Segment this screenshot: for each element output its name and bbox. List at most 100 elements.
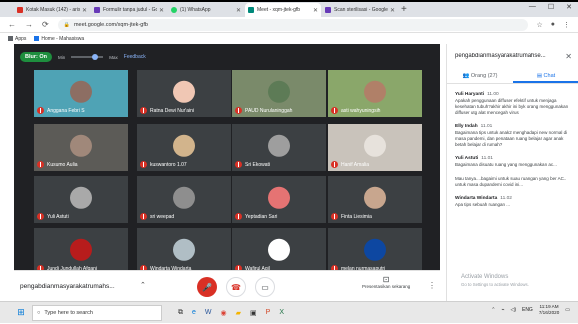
- chevron-up-icon[interactable]: ⌃: [140, 281, 146, 289]
- clock[interactable]: 11:19 AM 7/16/2020: [539, 304, 559, 316]
- back-icon[interactable]: ←: [8, 20, 16, 29]
- chat-message: Elly Indah 11.01 Bagaimana tips untuk anak…: [455, 124, 573, 148]
- reload-icon[interactable]: ⟳: [42, 20, 49, 29]
- tab-people[interactable]: 👥 Orang (27): [447, 70, 513, 83]
- browser-tab[interactable]: Formulir tanpa judul - Googl ✕: [91, 3, 167, 17]
- call-control-bar: pengabdianmasyarakatrumahs... ⌃ 🎤 ☎ ▭ ⊡ …: [14, 270, 440, 301]
- url-field[interactable]: 🔒 meet.google.com/xqm-jtek-gfb: [57, 18, 529, 31]
- browser-tab-active[interactable]: Meet - xqm-jtek-gfb ✕: [245, 3, 321, 17]
- forward-icon[interactable]: →: [25, 20, 33, 29]
- task-view-icon[interactable]: ⧉: [178, 309, 183, 317]
- close-window-icon[interactable]: ✕: [566, 3, 572, 11]
- participant-tile[interactable]: Kusumo Aulia: [34, 124, 128, 171]
- participant-tile[interactable]: Yeptadian Sari: [232, 176, 326, 223]
- edge-icon[interactable]: e: [192, 309, 196, 317]
- maximize-icon[interactable]: ☐: [548, 3, 554, 11]
- chrome-icon[interactable]: ◉: [221, 309, 227, 317]
- notifications-icon[interactable]: ▭: [565, 307, 570, 313]
- participant-tile[interactable]: Yuli Astuti: [34, 176, 128, 223]
- tab-chat[interactable]: ▤ Chat: [513, 70, 578, 83]
- new-tab-button[interactable]: +: [401, 3, 407, 17]
- participant-tile[interactable]: kuswantoro 1.07: [137, 124, 231, 171]
- close-icon[interactable]: ✕: [390, 7, 395, 14]
- language-indicator[interactable]: ENG: [522, 307, 533, 313]
- participant-tile[interactable]: Hanif Amalia: [328, 124, 422, 171]
- tab-title: Scan sterilisasi - Google Form: [334, 7, 388, 13]
- mic-muted-icon: [235, 161, 242, 168]
- close-panel-icon[interactable]: ✕: [565, 52, 572, 61]
- powerpoint-icon[interactable]: P: [266, 309, 271, 317]
- slider-knob[interactable]: [92, 54, 99, 60]
- close-icon[interactable]: ✕: [236, 7, 241, 14]
- browser-tab[interactable]: Scan sterilisasi - Google Form ✕: [322, 3, 398, 17]
- participant-name: kuswantoro 1.07: [150, 161, 187, 168]
- participant-tile[interactable]: PAUD Nurulaninggah: [232, 70, 326, 117]
- participant-tile[interactable]: Sri Ekowati: [232, 124, 326, 171]
- participant-tile[interactable]: asti wahyuningsih: [328, 70, 422, 117]
- mic-muted-icon: [140, 161, 147, 168]
- message-header: Yuli Haryanti 11.00: [455, 92, 573, 97]
- browser-tab[interactable]: (1) WhatsApp ✕: [168, 3, 244, 17]
- message-time: 11.01: [481, 156, 493, 161]
- tray-arrow-icon[interactable]: ⌃: [491, 307, 495, 313]
- participant-label: Anggana Febri S: [37, 107, 85, 114]
- bookmark-icon: [34, 35, 40, 41]
- profile-icon[interactable]: ●: [551, 21, 555, 29]
- meeting-name[interactable]: pengabdianmasyarakatrumahs...: [20, 283, 115, 290]
- camera-button[interactable]: ▭: [255, 277, 275, 297]
- close-icon[interactable]: ✕: [82, 7, 87, 14]
- volume-icon[interactable]: ◁): [510, 307, 516, 313]
- present-now-button[interactable]: ⊡ Presentasikan sekarang: [362, 275, 410, 289]
- menu-icon[interactable]: ⋮: [563, 21, 570, 29]
- browser-tab[interactable]: Kotak Masuk (142) - arisa@f ✕: [14, 3, 90, 17]
- minimize-icon[interactable]: —: [529, 3, 536, 11]
- participant-tile[interactable]: Anggana Febri S: [34, 70, 128, 117]
- participant-avatar: [173, 134, 195, 157]
- participant-tile[interactable]: sri weepad: [137, 176, 231, 223]
- file-explorer-icon[interactable]: ▰: [236, 309, 241, 317]
- activate-subtitle: Go to Settings to activate Windows.: [461, 282, 529, 287]
- message-sender: Yuli Haryanti: [455, 92, 485, 97]
- participant-name: asti wahyuningsih: [341, 107, 381, 114]
- close-icon[interactable]: ✕: [313, 7, 318, 14]
- participant-avatar: [70, 186, 92, 209]
- screen: Kotak Masuk (142) - arisa@f ✕ Formulir t…: [0, 0, 578, 323]
- more-options-icon[interactable]: ⋮: [428, 281, 436, 290]
- participant-name: Yeptadian Sari: [245, 213, 278, 220]
- star-icon[interactable]: ☆: [536, 21, 542, 29]
- participant-tile[interactable]: Windarta Windarta: [137, 228, 231, 275]
- participant-tile[interactable]: Jundi Jundullah Afgani: [34, 228, 128, 275]
- bookmark-apps[interactable]: Apps: [8, 36, 26, 42]
- blur-slider[interactable]: [71, 54, 104, 60]
- word-icon[interactable]: W: [205, 309, 212, 317]
- participant-label: kuswantoro 1.07: [140, 161, 187, 168]
- participant-avatar: [173, 186, 195, 209]
- mic-muted-icon: [331, 161, 338, 168]
- mic-off-button[interactable]: 🎤: [197, 277, 217, 297]
- participant-tile[interactable]: Finta Liesimia: [328, 176, 422, 223]
- participant-avatar: [364, 134, 386, 157]
- participant-label: Yuli Astuti: [37, 213, 69, 220]
- network-icon[interactable]: ⌁: [501, 307, 504, 313]
- feedback-link[interactable]: Feedback: [124, 54, 146, 60]
- bookmark-home[interactable]: Home - Mahasiswa: [34, 36, 84, 42]
- message-sender: Windarta Windarta: [455, 196, 498, 201]
- participant-tile[interactable]: melan nurmasaputri: [328, 228, 422, 275]
- blur-controls: Blur: On Min Max Feedback: [20, 52, 146, 62]
- blur-toggle[interactable]: Blur: On: [20, 52, 52, 62]
- message-text: Mau tanya....bagaimi untuk suau ruangan …: [455, 176, 567, 187]
- participant-avatar: [268, 238, 290, 261]
- chat-message: Mau tanya....bagaimi untuk suau ruangan …: [455, 176, 573, 188]
- participant-tile[interactable]: Wafirul Aqil: [232, 228, 326, 275]
- store-icon[interactable]: ▣: [250, 309, 257, 317]
- participant-label: asti wahyuningsih: [331, 107, 380, 114]
- tab-title: Formulir tanpa judul - Googl: [103, 7, 157, 13]
- close-icon[interactable]: ✕: [159, 7, 164, 14]
- taskbar-search[interactable]: ○ Type here to search: [32, 304, 162, 321]
- mic-muted-icon: [140, 107, 147, 114]
- end-call-button[interactable]: ☎: [226, 277, 246, 297]
- participant-tile[interactable]: Ratna Dewi Nur'aini: [137, 70, 231, 117]
- participant-avatar: [268, 134, 290, 157]
- excel-icon[interactable]: X: [279, 309, 284, 317]
- windows-start-icon[interactable]: ⊞: [14, 302, 28, 324]
